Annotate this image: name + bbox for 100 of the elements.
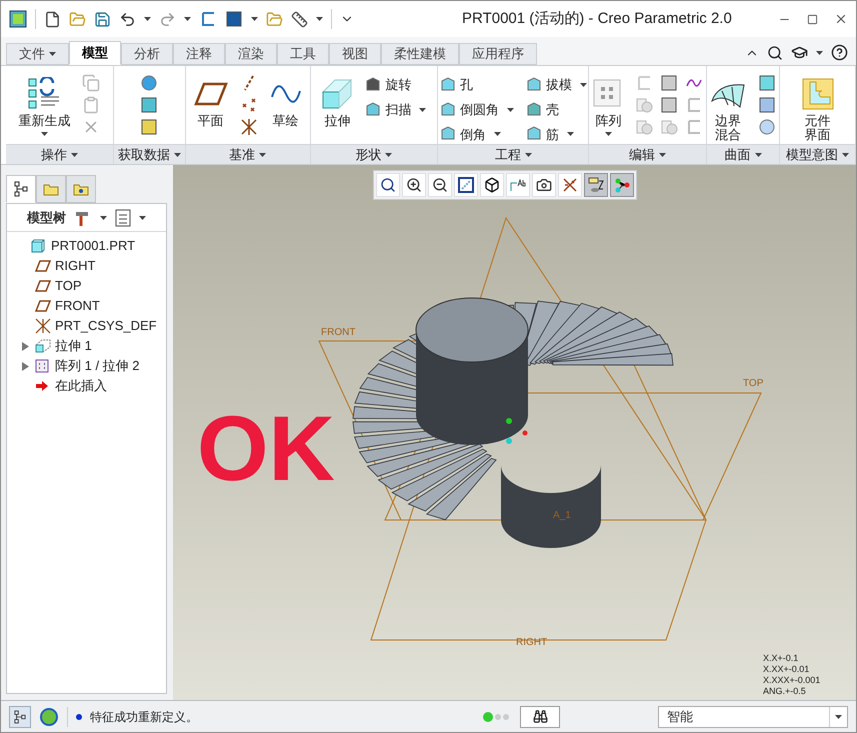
points-icon[interactable] [240, 96, 258, 114]
ribbon-button[interactable]: 旋转 [365, 74, 426, 96]
group-label: 曲面 [724, 146, 751, 164]
group-label-bar[interactable]: 获取数据 [114, 144, 185, 164]
tree-item[interactable]: PRT0001.PRT [51, 236, 136, 256]
list-settings-icon[interactable] [115, 208, 131, 226]
ribbon-large-button[interactable]: 阵列 [589, 70, 628, 144]
tree-item[interactable]: TOP [55, 276, 82, 296]
ribbon-large-button[interactable]: 平面 [190, 70, 232, 144]
datum-label: TOP [743, 378, 764, 390]
repaint-icon[interactable] [454, 173, 478, 197]
selection-filter-dropdown[interactable]: 智能 [658, 706, 848, 728]
ribbon-large-button[interactable]: 草绘 [266, 70, 306, 144]
caret-icon [184, 17, 191, 21]
tree-item[interactable]: RIGHT [55, 256, 96, 276]
zoom-fit-icon[interactable] [376, 173, 400, 197]
ribbon-tab[interactable]: 应用程序 [459, 43, 537, 65]
expand-icon[interactable] [21, 362, 29, 370]
new-file-icon[interactable] [44, 10, 61, 28]
ribbon-large-button[interactable]: 重新生成 [14, 70, 74, 144]
caret-icon [70, 152, 78, 156]
zoom-in-icon[interactable] [402, 173, 426, 197]
ribbon-button[interactable]: 孔 [440, 74, 514, 96]
annotation-icon[interactable] [506, 173, 530, 197]
caret-icon [385, 152, 392, 156]
ribbon-button[interactable]: 扫描 [365, 98, 426, 121]
caret-icon [316, 17, 323, 21]
search-icon[interactable] [767, 44, 783, 60]
help-icon[interactable] [831, 44, 848, 61]
graphics-viewport[interactable]: FRONT TOP RIGHT A_1 OK X.X+-0.1 X.XX+-0.01 X.XXX+-0.001 ANG.+-0.5 [173, 165, 856, 700]
group-label: 形状 [355, 146, 382, 164]
tree-item[interactable]: PRT_CSYS_DEF [55, 316, 157, 336]
caret-icon [524, 152, 532, 156]
tree-item[interactable]: FRONT [55, 296, 100, 316]
ribbon-large-button[interactable]: 元件界面 [798, 70, 838, 144]
find-button[interactable] [520, 706, 560, 728]
pattern-icon [593, 79, 624, 109]
ribbon-tab[interactable]: 柔性建模 [381, 43, 459, 65]
save-icon[interactable] [94, 10, 111, 28]
group-label-bar[interactable]: 模型意图 [780, 144, 855, 164]
cube-icon[interactable] [480, 173, 504, 197]
ribbon-large-button[interactable]: 边界混合 [706, 70, 750, 144]
ribbon-tab[interactable]: 视图 [329, 43, 381, 65]
camera-icon[interactable] [532, 173, 556, 197]
folder-icon [43, 182, 59, 196]
group-label-bar[interactable]: 基准 [186, 144, 310, 164]
zoom-out-icon[interactable] [428, 173, 452, 197]
ribbon-tab[interactable]: 模型 [69, 41, 121, 65]
caret-icon [754, 152, 762, 156]
model-tree-toggle[interactable] [9, 706, 31, 728]
ribbon-button[interactable]: 拔模 [526, 74, 587, 96]
sphere-icon[interactable] [758, 118, 776, 136]
csys-icon[interactable] [240, 118, 258, 136]
file-menu-tab[interactable]: 文件 [6, 43, 69, 65]
group-label-bar[interactable]: 形状 [310, 144, 438, 164]
ribbon-button[interactable]: 倒圆角 [440, 98, 514, 121]
tolerance-text: X.X+-0.1 [763, 653, 800, 664]
group-label-bar[interactable]: 工程 [438, 144, 588, 164]
tree-item[interactable]: 阵列 1 / 拉伸 2 [55, 356, 140, 376]
graduation-cap-icon[interactable] [791, 44, 808, 61]
ribbon-tab[interactable]: 渲染 [225, 43, 277, 65]
window-title: PRT0001 (活动的) - Creo Parametric 2.0 [462, 8, 732, 29]
caret-icon [251, 17, 258, 21]
group-label-bar[interactable]: 编辑 [589, 144, 706, 164]
group-label-bar[interactable]: 操作 [6, 144, 113, 164]
ruler-icon[interactable] [291, 10, 308, 28]
ribbon-tab[interactable]: 工具 [277, 43, 329, 65]
ribbon-tab[interactable]: 分析 [121, 43, 173, 65]
caret-icon [659, 152, 666, 156]
ribbon-button[interactable]: 壳 [526, 98, 587, 121]
redo-icon[interactable] [159, 10, 176, 28]
maximize-icon[interactable] [807, 14, 818, 24]
tree-item[interactable]: 拉伸 1 [55, 336, 92, 356]
close-icon[interactable] [834, 12, 848, 26]
csys-nodes-icon[interactable] [610, 173, 634, 197]
status-message: 特征成功重新定义。 [90, 708, 198, 726]
tree-icon [14, 181, 28, 197]
plane-icon [194, 81, 228, 107]
expand-icon[interactable] [21, 342, 29, 350]
part-icon [31, 239, 45, 253]
display-style-icon[interactable] [584, 173, 608, 197]
tree-item[interactable]: 在此插入 [55, 376, 107, 396]
ribbon-tab[interactable]: 注释 [173, 43, 225, 65]
ribbon-button[interactable]: 筋 [526, 123, 587, 146]
binoculars-icon [532, 709, 548, 724]
panel-tab[interactable] [6, 175, 36, 203]
group-label-bar[interactable]: 曲面 [707, 144, 780, 164]
plane-icon [35, 260, 51, 272]
caret-icon [816, 50, 823, 54]
undo-icon[interactable] [119, 10, 136, 28]
ribbon-large-button[interactable]: 拉伸 [317, 70, 358, 144]
tolerance-text: X.XX+-0.01 [763, 664, 810, 675]
arrow-icon [35, 380, 49, 392]
plane-icon [35, 280, 51, 292]
caret-icon [139, 216, 146, 220]
app-logo-icon[interactable] [9, 10, 27, 28]
group-label: 获取数据 [118, 146, 170, 164]
datum-label: FRONT [321, 327, 356, 339]
group-label: 操作 [40, 146, 67, 164]
ribbon-button[interactable]: 倒角 [440, 123, 514, 146]
